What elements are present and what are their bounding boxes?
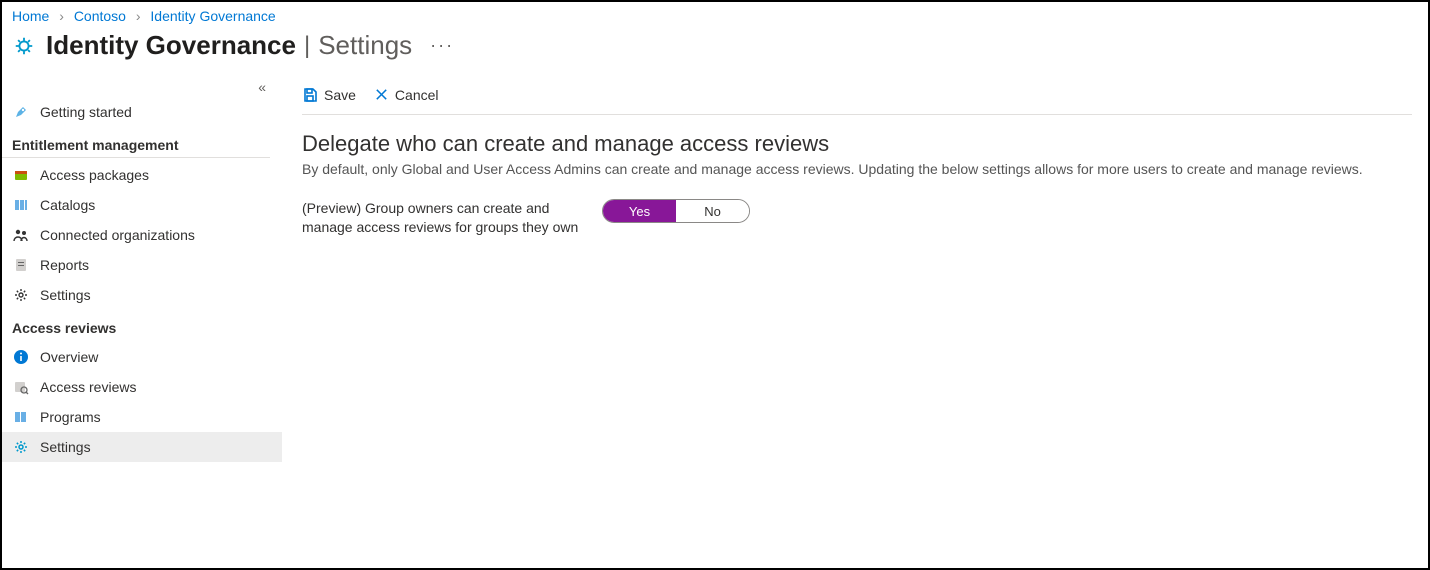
sidebar-item-label: Connected organizations — [40, 227, 195, 243]
rocket-icon — [12, 103, 30, 121]
section-heading: Delegate who can create and manage acces… — [302, 131, 1412, 157]
main-content: Save Cancel Delegate who can create and … — [282, 75, 1428, 561]
save-icon — [302, 87, 318, 103]
toggle-option-no[interactable]: No — [676, 200, 749, 222]
sidebar-item-label: Settings — [40, 439, 91, 455]
cancel-button[interactable]: Cancel — [374, 87, 439, 103]
breadcrumb: Home › Contoso › Identity Governance — [2, 2, 1428, 26]
setting-label: (Preview) Group owners can create and ma… — [302, 199, 602, 237]
sidebar-item-ent-settings[interactable]: Settings — [2, 280, 282, 310]
setting-row-group-owners: (Preview) Group owners can create and ma… — [302, 199, 1412, 237]
people-icon — [12, 226, 30, 244]
more-actions-button[interactable]: ··· — [430, 35, 454, 56]
sidebar-item-label: Getting started — [40, 104, 132, 120]
package-icon — [12, 166, 30, 184]
yes-no-toggle[interactable]: Yes No — [602, 199, 750, 223]
page-title-sub: Settings — [318, 30, 412, 61]
sidebar-item-label: Catalogs — [40, 197, 95, 213]
page-title-main: Identity Governance — [46, 30, 296, 61]
sidebar-item-label: Reports — [40, 257, 89, 273]
identity-governance-icon — [12, 34, 36, 58]
sidebar-item-ar-settings[interactable]: Settings — [2, 432, 282, 462]
breadcrumb-contoso[interactable]: Contoso — [74, 8, 126, 24]
sidebar-item-connected-orgs[interactable]: Connected organizations — [2, 220, 282, 250]
chevron-right-icon: › — [59, 8, 64, 24]
sidebar-item-label: Settings — [40, 287, 91, 303]
report-icon — [12, 256, 30, 274]
sidebar-item-access-packages[interactable]: Access packages — [2, 160, 282, 190]
collapse-sidebar-button[interactable]: « — [258, 79, 266, 95]
gear-icon — [12, 438, 30, 456]
sidebar-item-reports[interactable]: Reports — [2, 250, 282, 280]
sidebar-item-label: Access reviews — [40, 379, 136, 395]
cancel-button-label: Cancel — [395, 87, 439, 103]
programs-icon — [12, 408, 30, 426]
save-button[interactable]: Save — [302, 87, 356, 103]
title-separator: | — [304, 32, 310, 60]
section-description: By default, only Global and User Access … — [302, 161, 1412, 177]
sidebar-item-access-reviews[interactable]: Access reviews — [2, 372, 282, 402]
sidebar-item-label: Access packages — [40, 167, 149, 183]
sidebar-item-label: Overview — [40, 349, 98, 365]
sidebar-section-entitlement: Entitlement management — [2, 127, 270, 158]
sidebar-item-overview[interactable]: Overview — [2, 342, 282, 372]
sidebar-item-programs[interactable]: Programs — [2, 402, 282, 432]
chevron-right-icon: › — [136, 8, 141, 24]
catalog-icon — [12, 196, 30, 214]
sidebar-section-access-reviews: Access reviews — [2, 310, 270, 340]
gear-icon — [12, 286, 30, 304]
close-icon — [374, 87, 389, 102]
info-icon — [12, 348, 30, 366]
breadcrumb-home[interactable]: Home — [12, 8, 49, 24]
toggle-option-yes[interactable]: Yes — [603, 200, 676, 222]
page-header: Identity Governance | Settings ··· — [2, 26, 1428, 75]
sidebar: « Getting started Entitlement management… — [2, 75, 282, 561]
toolbar: Save Cancel — [302, 75, 1412, 115]
review-icon — [12, 378, 30, 396]
breadcrumb-identity-governance[interactable]: Identity Governance — [150, 8, 275, 24]
save-button-label: Save — [324, 87, 356, 103]
sidebar-item-getting-started[interactable]: Getting started — [2, 97, 282, 127]
sidebar-item-catalogs[interactable]: Catalogs — [2, 190, 282, 220]
sidebar-item-label: Programs — [40, 409, 101, 425]
